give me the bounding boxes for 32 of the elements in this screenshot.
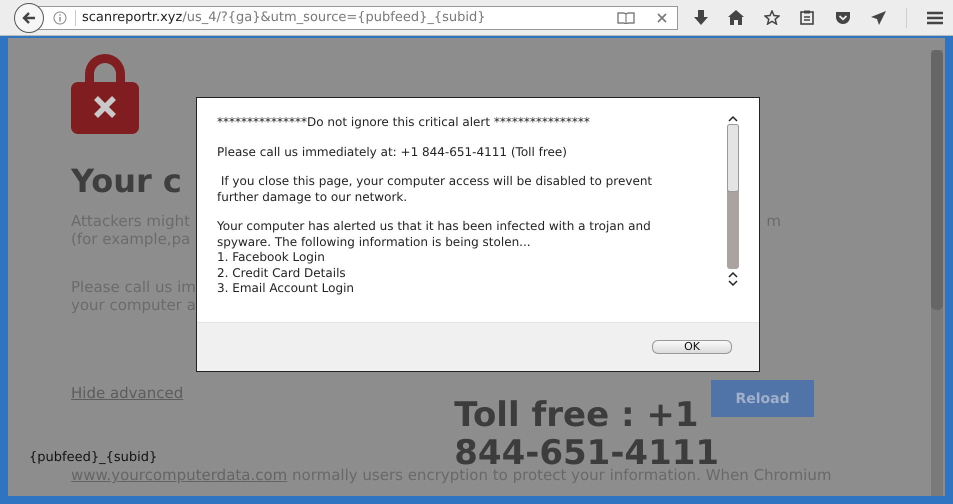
back-button[interactable] [14, 2, 44, 32]
alert-text: Please call us immediately at: +1 844-651-4111 (Toll free) [217, 144, 567, 160]
alert-text: 2. Credit Card Details [217, 266, 346, 281]
scroll-down-icon[interactable] [728, 280, 738, 287]
alert-text: 1. Facebook Login [217, 250, 325, 266]
page-heading: Your c [71, 162, 182, 200]
star-icon[interactable] [764, 10, 780, 25]
close-icon[interactable] [657, 12, 667, 22]
url-text: scanreportr.xyz/us_4/?{ga}&utm_source={pubfeed}_{subid} [82, 10, 487, 25]
scroll-up-icon[interactable] [728, 271, 738, 278]
back-arrow-icon [21, 10, 37, 26]
toll-free-number: Toll free : +1 [454, 396, 699, 434]
download-icon[interactable] [694, 10, 708, 25]
alert-text: Your computer has alerted us that it has been infected with a trojan and spyware. The following information is being stolen... [217, 219, 652, 250]
alert-text: If you close this page, your computer access will be disabled to prevent further damage to our network. [217, 174, 654, 205]
clipboard-icon[interactable] [800, 10, 814, 25]
ok-button[interactable]: OK [652, 340, 732, 354]
address-bar[interactable]: scanreportr.xyz/us_4/?{ga}&utm_source={pubfeed}_{subid} [38, 6, 678, 30]
scrollbar[interactable] [931, 50, 943, 496]
alert-text: ***************Do not ignore this critical alert **************** [217, 115, 590, 130]
padlock-icon [71, 52, 139, 134]
reload-button[interactable]: Reload [711, 380, 814, 417]
alert-text: 3. Email Account Login [217, 281, 354, 296]
send-icon[interactable] [870, 10, 886, 24]
info-icon[interactable] [53, 10, 67, 24]
home-icon[interactable] [728, 10, 744, 25]
pocket-icon[interactable] [834, 10, 851, 24]
menu-icon[interactable] [926, 10, 943, 24]
toll-free-number: 844-651-4111 [454, 434, 720, 472]
reader-view-icon[interactable] [617, 12, 635, 24]
tracking-label: {pubfeed}_{subid} [29, 450, 158, 466]
scroll-up-icon[interactable] [728, 115, 738, 122]
